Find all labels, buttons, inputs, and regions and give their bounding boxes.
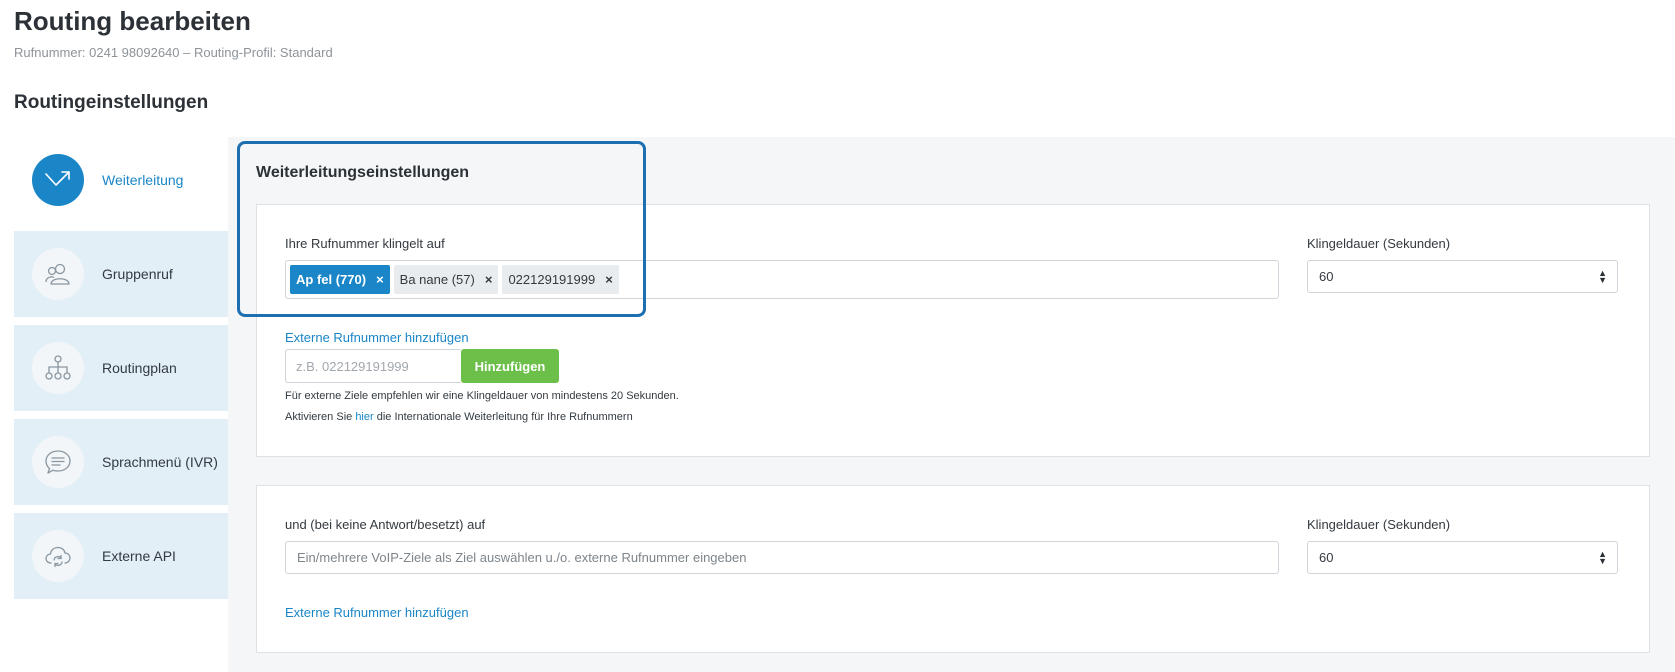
close-icon[interactable]: × bbox=[376, 273, 384, 286]
page-subtitle: Rufnummer: 0241 98092640 – Routing-Profi… bbox=[14, 45, 333, 60]
target-tag: 022129191999 × bbox=[502, 265, 619, 294]
section-title: Routingeinstellungen bbox=[14, 92, 209, 113]
fallback-ring-duration-select[interactable]: 60 ▲ ▼ bbox=[1307, 541, 1618, 574]
fallback-ring-duration-label: Klingeldauer (Sekunden) bbox=[1307, 517, 1451, 532]
hint-suffix: die Internationale Weiterleitung für Ihr… bbox=[373, 411, 633, 423]
target-tag-label: 022129191999 bbox=[508, 272, 596, 287]
sidebar-item-label: Weiterleitung bbox=[102, 172, 184, 188]
primary-target-input[interactable]: Ap fel (770) × Ba nane (57) × 0221291919… bbox=[285, 260, 1279, 299]
sidebar-item-gruppenruf[interactable]: Gruppenruf bbox=[14, 231, 228, 317]
sidebar-item-label: Gruppenruf bbox=[102, 266, 173, 282]
select-arrows-icon: ▲ ▼ bbox=[1598, 267, 1607, 285]
page-title: Routing bearbeiten bbox=[14, 6, 251, 36]
add-button[interactable]: Hinzufügen bbox=[461, 349, 559, 383]
target-tag: Ap fel (770) × bbox=[290, 265, 390, 294]
forward-arrow-icon bbox=[32, 154, 84, 206]
select-arrows-icon: ▲ ▼ bbox=[1598, 548, 1607, 566]
sidebar-item-routingplan[interactable]: Routingplan bbox=[14, 325, 228, 411]
ring-duration-value: 60 bbox=[1319, 269, 1334, 284]
primary-target-label: Ihre Rufnummer klingelt auf bbox=[285, 236, 445, 251]
target-tag-label: Ba nane (57) bbox=[399, 272, 475, 287]
sidebar-item-label: Externe API bbox=[102, 548, 176, 564]
add-external-number-link[interactable]: Externe Rufnummer hinzufügen bbox=[285, 605, 469, 620]
ring-duration-hint: Für externe Ziele empfehlen wir eine Kli… bbox=[285, 390, 679, 402]
primary-ring-duration-select[interactable]: 60 ▲ ▼ bbox=[1307, 260, 1618, 293]
sidebar-item-label: Sprachmenü (IVR) bbox=[102, 454, 218, 470]
target-tag: Ba nane (57) × bbox=[393, 265, 499, 294]
speech-bubble-icon bbox=[32, 436, 84, 488]
sidebar-item-externe-api[interactable]: Externe API bbox=[14, 513, 228, 599]
international-forwarding-link[interactable]: hier bbox=[355, 411, 373, 423]
sidebar-item-sprachmenue[interactable]: Sprachmenü (IVR) bbox=[14, 419, 228, 505]
sidebar-item-label: Routingplan bbox=[102, 360, 177, 376]
hint-prefix: Aktivieren Sie bbox=[285, 411, 356, 423]
target-tag-label: Ap fel (770) bbox=[296, 272, 367, 287]
hierarchy-icon bbox=[32, 342, 84, 394]
group-icon bbox=[32, 248, 84, 300]
fallback-target-input[interactable] bbox=[285, 541, 1279, 574]
international-forwarding-hint: Aktivieren Sie hier die Internationale W… bbox=[285, 411, 633, 423]
forwarding-settings-heading: Weiterleitungseinstellungen bbox=[256, 164, 470, 181]
primary-ring-duration-label: Klingeldauer (Sekunden) bbox=[1307, 236, 1451, 251]
add-external-number-link[interactable]: Externe Rufnummer hinzufügen bbox=[285, 330, 469, 345]
cloud-sync-icon bbox=[32, 530, 84, 582]
external-number-input[interactable] bbox=[285, 349, 461, 383]
ring-duration-value: 60 bbox=[1319, 550, 1334, 565]
close-icon[interactable]: × bbox=[485, 273, 493, 286]
close-icon[interactable]: × bbox=[605, 273, 613, 286]
routing-sidebar: Weiterleitung Gruppenruf Routingplan Spr… bbox=[14, 137, 228, 607]
fallback-target-label: und (bei keine Antwort/besetzt) auf bbox=[285, 517, 486, 532]
sidebar-item-weiterleitung[interactable]: Weiterleitung bbox=[14, 137, 228, 223]
